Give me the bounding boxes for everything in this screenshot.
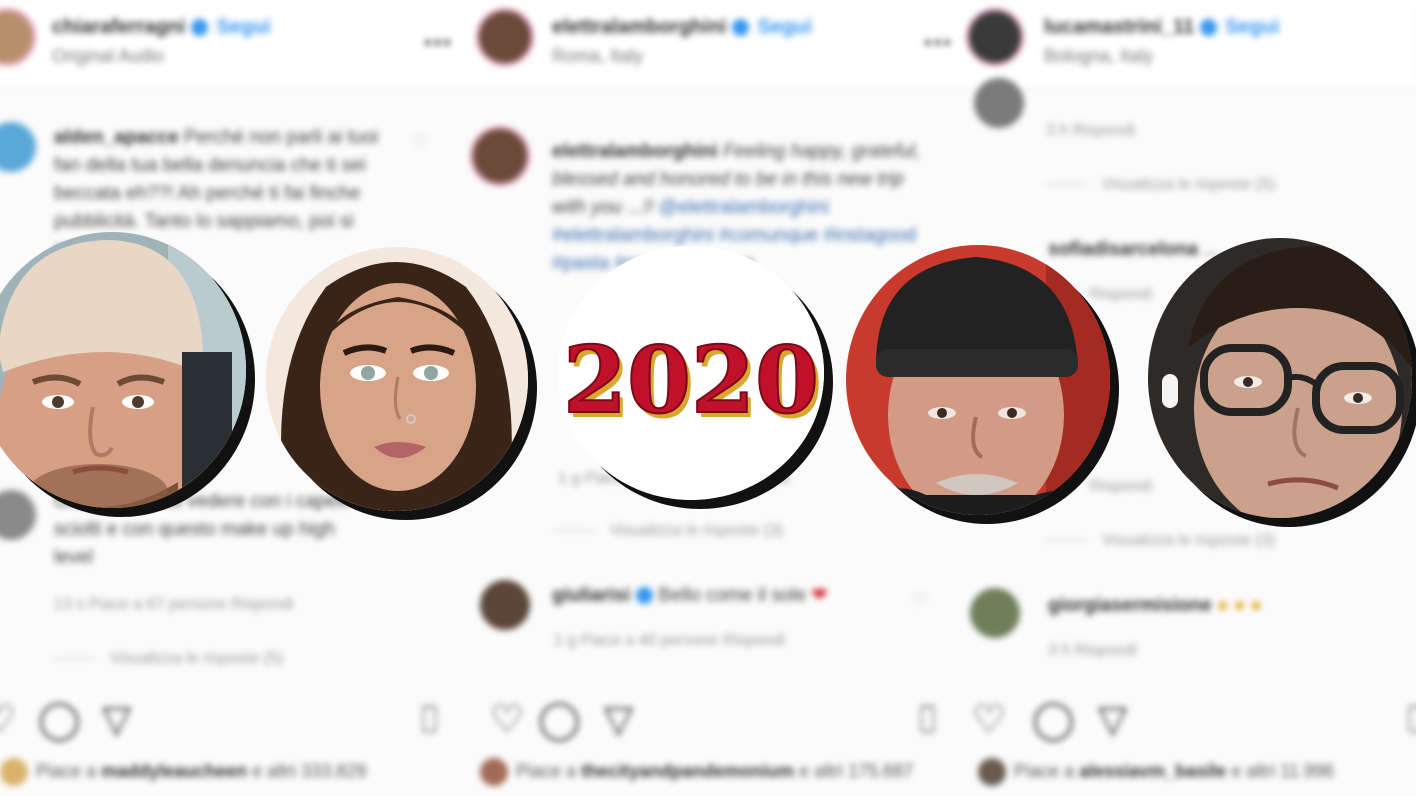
post-actions: ♡ ◯ ▽ ⌷	[470, 690, 960, 750]
portrait-image	[1148, 238, 1412, 518]
verified-icon	[1200, 19, 1218, 37]
post-actions: ⌷ ♡ ◯ ▽ ⌷	[916, 690, 1416, 750]
bookmark-icon[interactable]: ⌷	[916, 690, 939, 750]
send-icon[interactable]: ▽	[102, 690, 131, 750]
likes-count[interactable]: e altri 175.687	[799, 761, 913, 781]
verified-icon	[636, 587, 654, 605]
avatar	[480, 758, 508, 786]
likes-count[interactable]: e altri 11.996	[1231, 761, 1334, 781]
likes-summary: Piace a alessiavm_basile e altri 11.996	[978, 758, 1334, 786]
send-icon[interactable]: ▽	[604, 690, 633, 750]
likes-summary: Piace a thecityandpandemonium e altri 17…	[480, 758, 913, 786]
liker-username[interactable]: thecityandpandemonium	[581, 761, 794, 781]
avatar	[978, 758, 1006, 786]
year-2020-badge: 2020 2020	[558, 246, 824, 500]
avatar[interactable]	[0, 490, 36, 540]
bookmark-icon[interactable]: ⌷	[1404, 690, 1416, 750]
avatar[interactable]	[0, 8, 36, 66]
more-options-icon[interactable]: •••	[924, 30, 953, 56]
comment-text: Bello come il sole	[658, 585, 807, 606]
view-replies-link[interactable]: Visualizza le risposte (5)	[1046, 176, 1275, 194]
comment-meta[interactable]: Rispondi	[1090, 478, 1152, 496]
comment-username[interactable]: giorgiasermisione	[1048, 595, 1212, 616]
avatar[interactable]	[476, 8, 534, 66]
post-actions: ♡ ◯ ▽ ⌷	[0, 690, 470, 750]
heart-icon[interactable]: ♡	[972, 690, 1006, 750]
username[interactable]: chiaraferragni	[52, 16, 185, 38]
avatar[interactable]	[966, 8, 1024, 66]
year-2020-text: 2020	[563, 326, 819, 434]
follow-button[interactable]: Segui	[216, 16, 270, 38]
avatar	[0, 758, 28, 786]
portrait-image	[846, 245, 1110, 515]
comment-meta[interactable]: 1 g Piace a 40 persone Rispondi	[554, 632, 785, 650]
liker-username[interactable]: alessiavm_basile	[1079, 761, 1226, 781]
comment-meta[interactable]: 13 s Piace a 67 persone Rispondi	[54, 596, 293, 614]
comment-meta[interactable]: 3 h Rispondi	[1048, 642, 1137, 660]
portrait-image	[266, 247, 528, 511]
username[interactable]: elettralamborghini	[552, 16, 726, 38]
heart-icon[interactable]: ♡	[490, 690, 524, 750]
view-replies-link[interactable]: Visualizza le risposte (5)	[54, 650, 283, 668]
comment-username[interactable]: alden_apacce	[54, 127, 179, 148]
location-label[interactable]: Bologna, Italy	[1044, 46, 1153, 67]
comment-username[interactable]: elettralamborghini	[552, 141, 718, 162]
red-heart-emoji: ❤	[811, 585, 828, 606]
audio-label[interactable]: Original Audio	[52, 46, 164, 67]
emoji: ● ● ●	[1216, 595, 1262, 616]
post-header: elettralamborghini Segui Roma, Italy •••	[424, 0, 960, 89]
send-icon[interactable]: ▽	[1098, 690, 1127, 750]
comment-meta[interactable]: Rispondi	[1090, 286, 1152, 304]
comment-meta[interactable]: 3 h Rispondi	[1046, 122, 1135, 140]
portrait-woman-long-hair	[266, 247, 528, 511]
like-comment-icon[interactable]: ♡	[412, 132, 428, 153]
avatar[interactable]	[470, 126, 530, 186]
avatar[interactable]	[970, 588, 1020, 638]
verified-icon	[191, 19, 209, 37]
post-header: lucamastrini_11 Segui Bologna, Italy •••	[924, 0, 1416, 89]
avatar[interactable]	[974, 78, 1024, 128]
post-header: chiaraferragni Segui Original Audio •••	[0, 0, 470, 89]
username[interactable]: lucamastrini_11	[1044, 16, 1194, 38]
follow-button[interactable]: Segui	[1225, 16, 1279, 38]
heart-icon[interactable]: ♡	[0, 690, 16, 750]
like-comment-icon[interactable]: ♡	[912, 590, 928, 611]
comment-username[interactable]: sofiadisarcelona	[1048, 239, 1198, 260]
portrait-man-glasses	[1148, 238, 1412, 518]
comment-bubble-icon[interactable]: ◯	[1032, 690, 1075, 750]
likes-summary: Piace a maddyleaucheen e altri 333.829	[0, 758, 366, 786]
comment-username[interactable]: giuliarisi	[552, 585, 630, 606]
portrait-image: 2020 2020	[558, 246, 824, 500]
comment-bubble-icon[interactable]: ◯	[538, 690, 581, 750]
comment: giuliarisi Bello come il sole ❤	[552, 582, 912, 610]
portrait-man-black-beanie	[846, 245, 1110, 515]
more-options-icon[interactable]: •••	[424, 30, 453, 56]
comment-bubble-icon[interactable]: ◯	[38, 690, 81, 750]
verified-icon	[732, 19, 750, 37]
view-replies-link[interactable]: Visualizza le risposte (3)	[1046, 532, 1275, 550]
liker-username[interactable]: maddyleaucheen	[101, 761, 247, 781]
bookmark-icon[interactable]: ⌷	[418, 690, 441, 750]
likes-count[interactable]: e altri 333.829	[252, 761, 366, 781]
follow-button[interactable]: Segui	[757, 16, 811, 38]
avatar[interactable]	[0, 122, 36, 172]
comment: giorgiasermisione ● ● ●	[1048, 592, 1408, 620]
view-replies-link[interactable]: Visualizza le risposte (3)	[554, 522, 783, 540]
avatar[interactable]	[480, 580, 530, 630]
location-label[interactable]: Roma, Italy	[552, 46, 643, 67]
